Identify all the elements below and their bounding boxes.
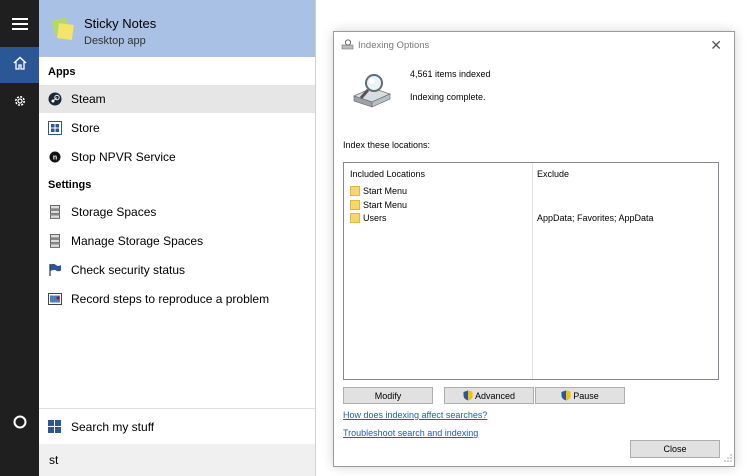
exclude-value: AppData; Favorites; AppData [537,213,654,223]
indexing-app-icon [341,39,354,52]
flag-icon [47,262,63,278]
index-locations-label: Index these locations: [343,140,431,150]
pause-button-label: Pause [573,390,599,401]
gear-icon [13,94,27,113]
result-label: Steam [71,92,106,106]
locations-table[interactable]: Included Locations Exclude Start Menu St… [343,162,719,380]
svg-text:n: n [53,155,57,162]
search-my-stuff-button[interactable]: Search my stuff [39,408,315,445]
modify-button-label: Modify [374,390,402,401]
hamburger-icon [11,17,28,35]
windows-logo-icon [48,420,62,434]
result-steps-recorder[interactable]: Record steps to reproduce a problem [39,285,315,313]
storage-icon [47,204,63,220]
table-row[interactable]: Users [350,211,387,224]
how-indexing-affects-link[interactable]: How does indexing affect searches? [343,410,487,420]
magnifier-drive-icon [350,72,394,114]
close-icon[interactable]: ✕ [710,37,722,54]
folder-icon [350,199,360,210]
store-icon [47,120,63,136]
home-button[interactable] [0,47,39,83]
table-row[interactable]: Start Menu [350,198,407,211]
result-steam[interactable]: Steam [39,85,315,113]
search-my-stuff-label: Search my stuff [71,420,155,434]
hamburger-menu-button[interactable] [0,8,39,44]
start-rail [0,0,39,476]
close-button-label: Close [663,444,687,454]
column-divider [532,163,533,379]
result-storage-spaces[interactable]: Storage Spaces [39,198,315,226]
home-icon [12,55,27,75]
best-match-subtitle: Desktop app [84,35,146,47]
best-match-sticky-notes[interactable]: Sticky Notes Desktop app [39,0,315,57]
result-label: Storage Spaces [71,205,157,219]
result-stop-npvr-service[interactable]: n Stop NPVR Service [39,143,315,171]
indexing-options-window: Indexing Options ✕ 4,561 items indexed I… [333,31,735,467]
location-name: Start Menu [363,199,408,210]
settings-group-heading: Settings [48,179,92,191]
cortana-button[interactable] [0,406,39,442]
service-icon: n [47,149,63,165]
folder-icon [350,185,360,196]
title-bar[interactable]: Indexing Options ✕ [334,32,734,58]
indexing-status: Indexing complete. [410,92,486,102]
storage-icon [47,233,63,249]
uac-shield-icon [463,390,473,401]
window-title: Indexing Options [358,40,430,51]
table-row[interactable]: Start Menu [350,184,407,197]
exclude-header[interactable]: Exclude [537,169,569,179]
advanced-button[interactable]: Advanced [444,387,534,404]
advanced-button-label: Advanced [474,390,516,401]
modify-button[interactable]: Modify [343,387,433,404]
result-label: Manage Storage Spaces [71,234,204,248]
sticky-notes-icon [49,16,75,47]
apps-group-heading: Apps [48,66,76,78]
included-locations-header[interactable]: Included Locations [350,169,425,179]
pause-button[interactable]: Pause [535,387,625,404]
recorder-icon [47,291,63,307]
result-manage-storage-spaces[interactable]: Manage Storage Spaces [39,227,315,255]
close-button[interactable]: Close [630,440,720,458]
folder-icon [350,212,360,223]
location-name: Users [363,212,387,223]
best-match-title: Sticky Notes [84,16,157,31]
result-label: Stop NPVR Service [71,150,176,164]
result-label: Record steps to reproduce a problem [71,292,270,306]
items-indexed-count: 4,561 items indexed [410,69,491,79]
result-store[interactable]: Store [39,114,315,142]
search-input[interactable]: st [39,444,315,476]
steam-icon [47,91,63,107]
cortana-circle-icon [13,415,27,434]
settings-button[interactable] [0,85,39,121]
location-name: Start Menu [363,185,408,196]
result-check-security-status[interactable]: Check security status [39,256,315,284]
search-results-panel: Sticky Notes Desktop app Apps Steam Stor… [39,0,316,476]
result-label: Store [71,121,100,135]
troubleshoot-link[interactable]: Troubleshoot search and indexing [343,428,478,438]
result-label: Check security status [71,263,186,277]
resize-grip-icon[interactable] [724,454,732,464]
uac-shield-icon [561,390,571,401]
